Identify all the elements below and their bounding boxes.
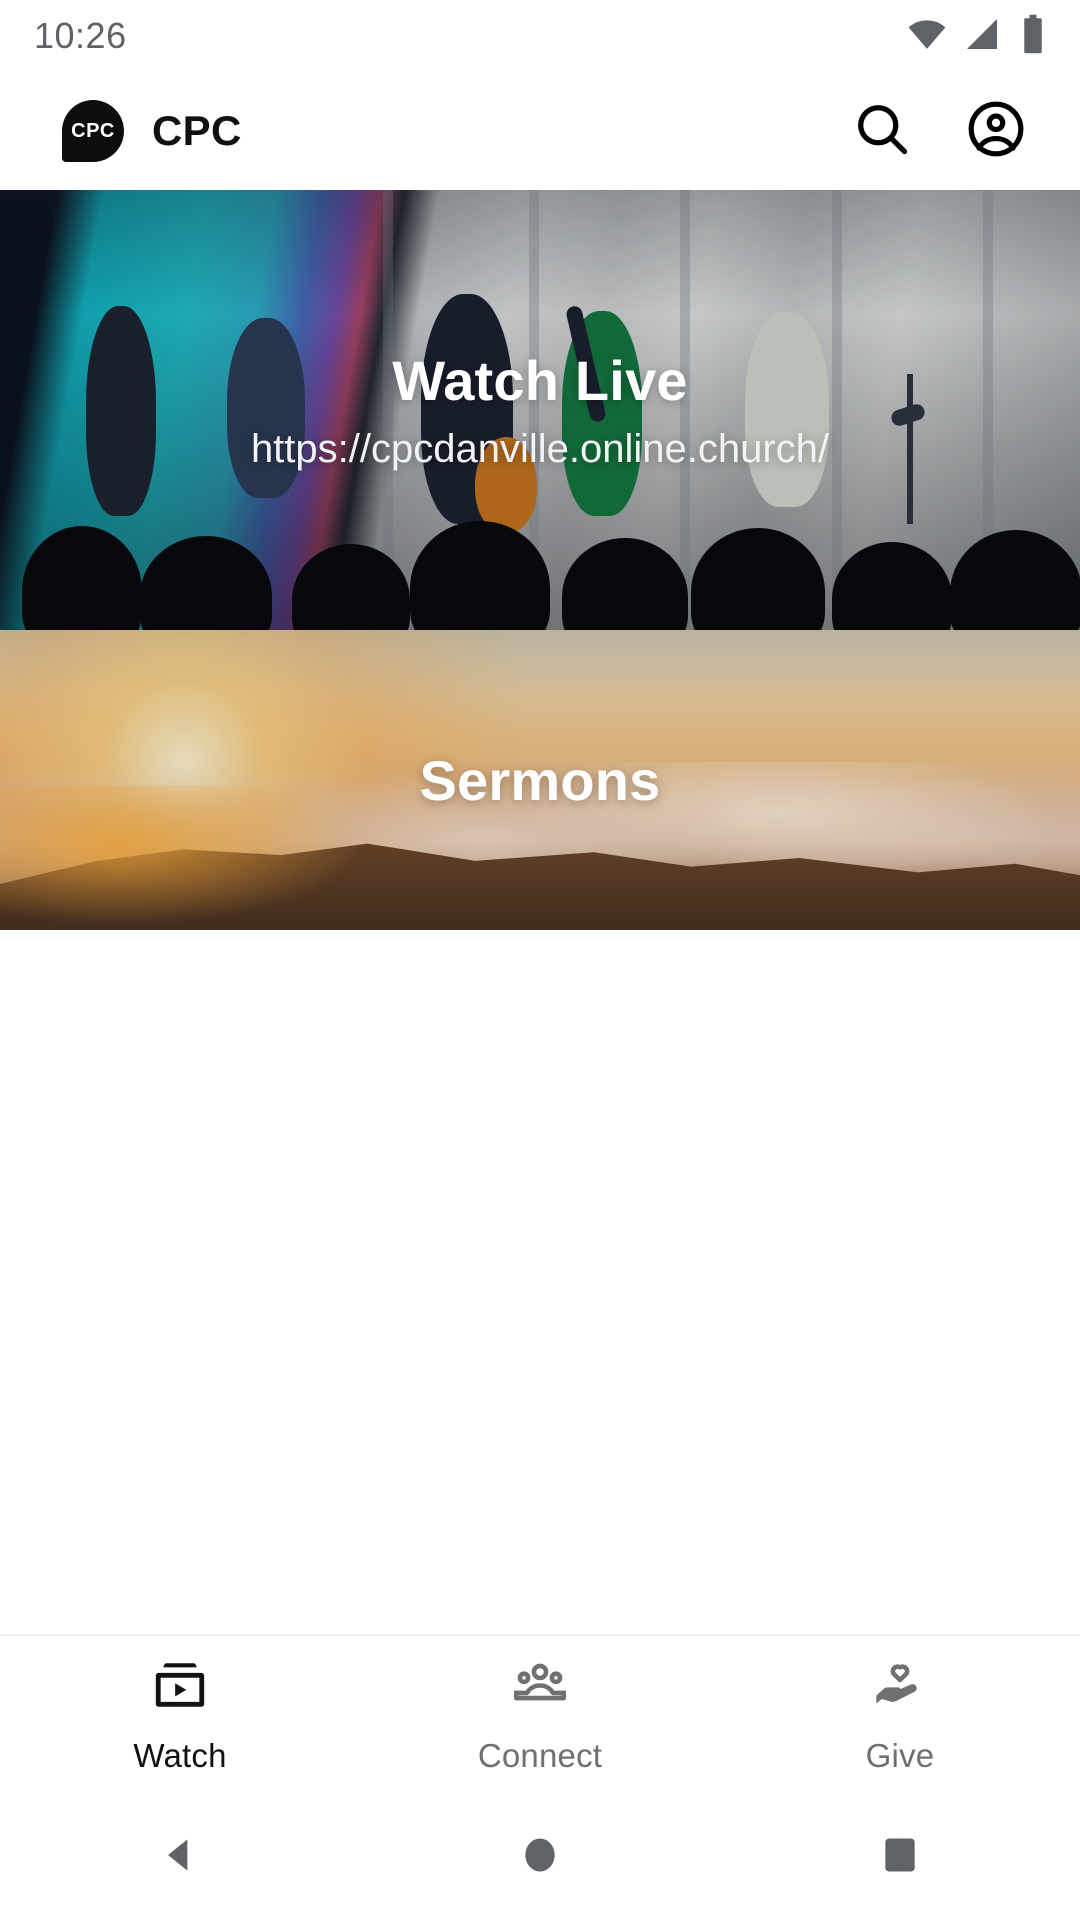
logo-text: CPC (71, 120, 115, 142)
triangle-back-icon (158, 1833, 202, 1882)
cellular-signal-icon (962, 14, 1002, 59)
app-screen: 10:26 CPC CPC Watch Live https://cpcdanv… (0, 0, 1080, 1920)
bottom-navigation: Watch Connect Give (0, 1634, 1080, 1794)
empty-content-area (0, 930, 1080, 1634)
search-button[interactable] (850, 99, 914, 163)
page-title: CPC (152, 107, 242, 154)
card-sermons-text: Sermons (0, 748, 1080, 813)
circle-home-icon (518, 1833, 562, 1882)
square-recents-icon (878, 1833, 922, 1882)
tab-give[interactable]: Give (720, 1656, 1080, 1775)
app-bar: CPC CPC (0, 72, 1080, 190)
battery-icon (1016, 13, 1050, 60)
card-sermons[interactable]: Sermons (0, 630, 1080, 930)
cpc-logo-icon: CPC (62, 100, 124, 162)
status-bar-clock: 10:26 (34, 15, 127, 56)
card-watch-live-text: Watch Live https://cpcdanville.online.ch… (0, 348, 1080, 472)
tab-label: Give (865, 1736, 935, 1774)
card-subtitle-url: https://cpcdanville.online.church/ (250, 427, 830, 471)
home-button[interactable] (360, 1833, 720, 1882)
main-content: Watch Live https://cpcdanville.online.ch… (0, 190, 1080, 1634)
back-button[interactable] (0, 1833, 360, 1882)
tab-label: Watch (133, 1736, 227, 1774)
search-icon (852, 99, 912, 164)
brand: CPC CPC (62, 100, 242, 162)
tab-label: Connect (477, 1736, 603, 1774)
status-bar: 10:26 (0, 0, 1080, 72)
card-title: Watch Live (392, 349, 688, 412)
account-button[interactable] (964, 99, 1028, 163)
tab-connect[interactable]: Connect (360, 1656, 720, 1775)
wifi-icon (906, 13, 948, 60)
card-title: Sermons (419, 748, 661, 812)
status-bar-icons (906, 13, 1050, 60)
subscriptions-icon (151, 1656, 209, 1719)
card-watch-live[interactable]: Watch Live https://cpcdanville.online.ch… (0, 190, 1080, 630)
account-circle-icon (965, 98, 1027, 165)
app-bar-actions (850, 99, 1044, 163)
tab-watch[interactable]: Watch (0, 1656, 360, 1775)
android-system-navigation (0, 1794, 1080, 1920)
recents-button[interactable] (720, 1833, 1080, 1882)
hand-heart-icon (871, 1656, 929, 1719)
people-group-icon (511, 1656, 569, 1719)
